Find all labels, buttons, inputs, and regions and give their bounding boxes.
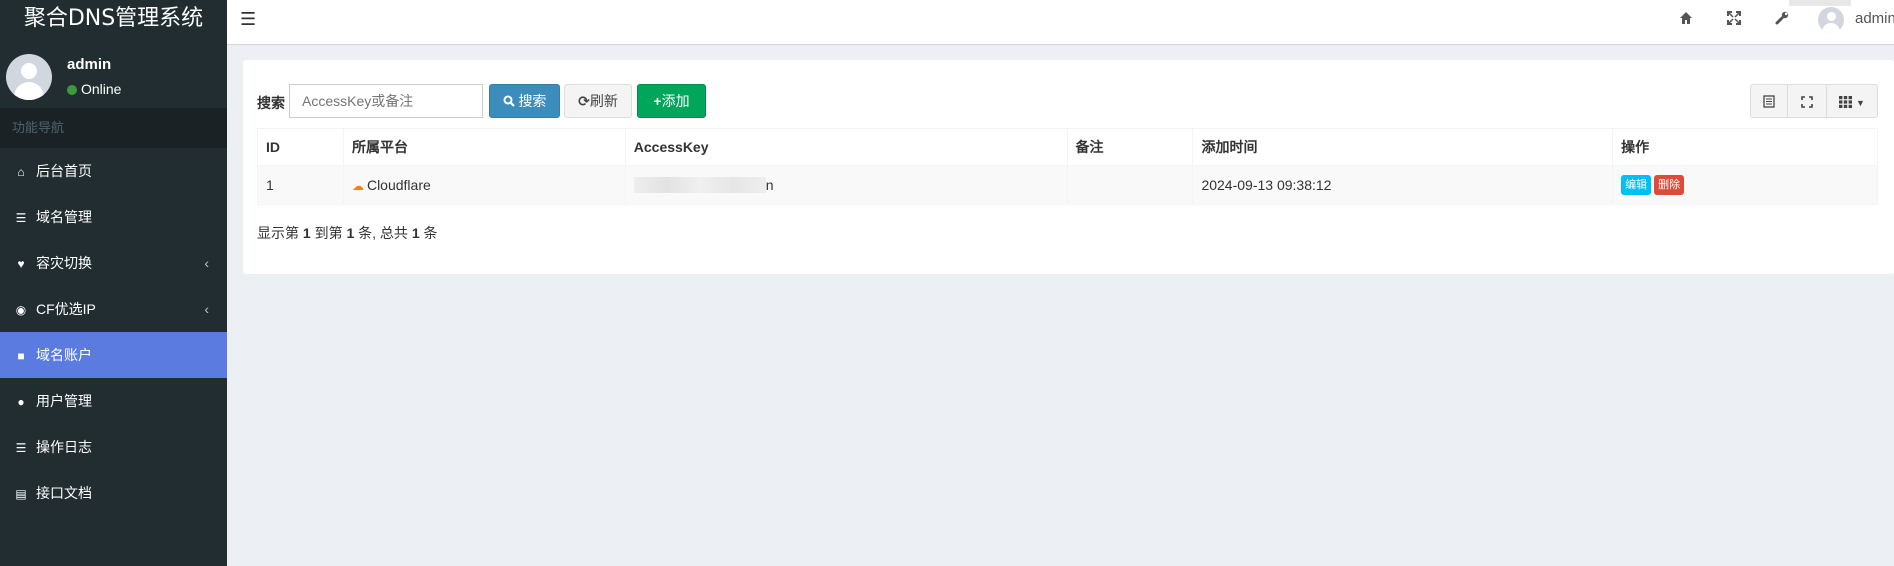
column-header[interactable]: ID: [257, 128, 344, 166]
add-button-label: 添加: [661, 93, 690, 109]
list-icon: ☰: [15, 441, 27, 455]
sidebar-item-failover[interactable]: ♥ 容灾切换 ‹: [0, 240, 227, 286]
column-header[interactable]: 所属平台: [342, 128, 626, 166]
refresh-button[interactable]: ⟳刷新: [564, 84, 632, 118]
sidebar-item-cf-ip[interactable]: ◉ CF优选IP ‹: [0, 286, 227, 332]
column-header[interactable]: 添加时间: [1192, 128, 1614, 166]
sidebar-item-label: 后台首页: [36, 163, 92, 179]
nav-header: 功能导航: [0, 108, 227, 148]
header-tab-indicator: [1789, 0, 1851, 6]
pagination-total: 1: [411, 225, 420, 241]
cell-id: 1: [257, 165, 344, 205]
table-header-row: ID 所属平台 AccessKey 备注 添加时间 操作: [257, 128, 1878, 166]
accesskey-visible: n: [765, 177, 774, 193]
cell-created: 2024-09-13 09:38:12: [1192, 165, 1614, 205]
wrench-icon[interactable]: [1775, 11, 1789, 29]
cell-platform: ☁ Cloudflare: [342, 165, 626, 205]
pagination-from: 1: [302, 225, 311, 241]
top-navbar: ☰ admin: [227, 0, 1894, 45]
table-fullscreen-button[interactable]: [1788, 85, 1826, 117]
sidebar-item-label: 域名账户: [36, 347, 92, 363]
edit-button[interactable]: 编辑: [1621, 175, 1652, 195]
sidebar-item-label: 接口文档: [36, 485, 92, 501]
accounts-panel: 搜索 搜索 ⟳刷新 +添加 ▼ ID: [243, 60, 1894, 274]
sidebar-item-label: 容灾切换: [36, 255, 92, 271]
user-panel: admin Online: [0, 42, 227, 108]
columns-dropdown-button[interactable]: ▼: [1827, 85, 1877, 117]
search-icon: [503, 95, 515, 107]
refresh-icon: ⟳: [578, 93, 590, 109]
sidebar-item-accounts[interactable]: ■ 域名账户: [0, 332, 227, 378]
grid-icon: [1839, 96, 1853, 108]
cell-remark: [1066, 165, 1194, 205]
column-header[interactable]: AccessKey: [624, 128, 1068, 166]
header-username[interactable]: admin: [1855, 10, 1894, 27]
user-icon: ●: [17, 395, 25, 409]
cell-accesskey: n: [624, 165, 1068, 205]
pagination-text: 到第: [314, 225, 343, 241]
table-tools: ▼: [1750, 84, 1878, 118]
app-title[interactable]: 聚合DNS管理系统: [0, 0, 227, 42]
sidebar: 聚合DNS管理系统 admin Online 功能导航 ⌂ 后台首页 ☰ 域名管理 …: [0, 0, 227, 566]
column-header: 操作: [1612, 128, 1878, 166]
card-view-button[interactable]: [1751, 85, 1787, 117]
redacted-accesskey: [633, 177, 766, 193]
list-view-icon: [1763, 95, 1775, 108]
table-row: 1 ☁ Cloudflare n 2024-09-13 09:38:12 编辑 删除: [257, 165, 1878, 205]
search-button[interactable]: 搜索: [489, 84, 560, 118]
pagination-text: 条: [423, 225, 438, 241]
cell-actions: 编辑 删除: [1612, 165, 1878, 205]
accounts-table: ID 所属平台 AccessKey 备注 添加时间 操作 1 ☁ Cloudfla…: [257, 128, 1878, 205]
chevron-left-icon: ‹: [204, 301, 209, 317]
sidebar-item-logs[interactable]: ☰ 操作日志: [0, 424, 227, 470]
lock-icon: ■: [17, 349, 25, 363]
cloudflare-icon: ☁: [351, 179, 364, 193]
search-input[interactable]: [289, 84, 483, 118]
delete-button[interactable]: 删除: [1654, 175, 1685, 195]
globe-icon: ◉: [15, 303, 27, 317]
chevron-left-icon: ‹: [204, 255, 209, 271]
home-icon[interactable]: [1679, 11, 1693, 29]
menu-toggle-icon[interactable]: ☰: [240, 9, 256, 30]
heartbeat-icon: ♥: [17, 257, 25, 271]
sidebar-item-users[interactable]: ● 用户管理: [0, 378, 227, 424]
sidebar-item-home[interactable]: ⌂ 后台首页: [0, 148, 227, 194]
plus-icon: +: [653, 93, 662, 109]
refresh-button-label: 刷新: [589, 93, 618, 109]
user-status: Online: [67, 81, 121, 97]
avatar: [6, 54, 52, 100]
platform-name: Cloudflare: [366, 177, 431, 193]
pagination-text: 条, 总共: [358, 225, 408, 241]
online-status-icon: [67, 85, 77, 95]
user-status-text: Online: [81, 81, 122, 97]
user-name: admin: [67, 56, 112, 73]
caret-down-icon: ▼: [1855, 98, 1865, 108]
pagination-info: 显示第 1 到第 1 条, 总共 1 条: [257, 223, 438, 243]
home-icon: ⌂: [17, 165, 25, 179]
fullscreen-icon: [1801, 96, 1813, 108]
header-avatar[interactable]: [1818, 7, 1844, 33]
sidebar-item-domains[interactable]: ☰ 域名管理: [0, 194, 227, 240]
add-button[interactable]: +添加: [637, 84, 706, 118]
book-icon: ▤: [15, 487, 27, 501]
sidebar-item-label: 域名管理: [36, 209, 92, 225]
sidebar-item-api-docs[interactable]: ▤ 接口文档: [0, 470, 227, 516]
fullscreen-icon[interactable]: [1727, 11, 1741, 29]
sidebar-item-label: 用户管理: [36, 393, 92, 409]
sidebar-item-label: CF优选IP: [36, 301, 96, 317]
search-button-label: 搜索: [518, 93, 547, 109]
pagination-text: 显示第: [257, 225, 299, 241]
column-header[interactable]: 备注: [1066, 128, 1194, 166]
sidebar-item-label: 操作日志: [36, 439, 92, 455]
search-label: 搜索: [257, 95, 285, 111]
list-icon: ☰: [15, 211, 27, 225]
pagination-to: 1: [346, 225, 355, 241]
